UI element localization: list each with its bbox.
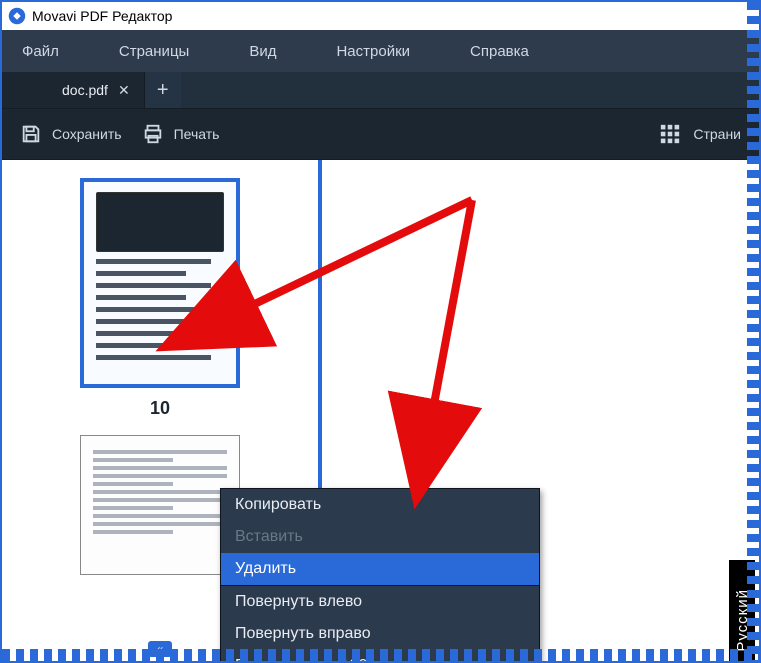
save-button[interactable]: Сохранить: [20, 123, 122, 145]
language-tab[interactable]: Русский: [729, 560, 755, 661]
pages-view-label: Страни: [693, 126, 741, 142]
content-area: 10 « Русский Копировать Вставить Удалить…: [2, 160, 759, 661]
thumbnail-label: 10: [80, 398, 240, 419]
app-title: Movavi PDF Редактор: [32, 8, 172, 24]
thumbnail-selected[interactable]: 10: [80, 178, 240, 419]
page-thumb: [80, 178, 240, 388]
titlebar: Movavi PDF Редактор: [2, 2, 759, 30]
menu-help[interactable]: Справка: [470, 43, 529, 60]
toolbar: Сохранить Печать Страни: [2, 108, 759, 160]
tab-close-icon[interactable]: ✕: [118, 82, 130, 99]
app-logo-icon: [8, 7, 26, 25]
menu-settings[interactable]: Настройки: [336, 43, 410, 60]
tabstrip: doc.pdf ✕ +: [2, 72, 759, 108]
app-window: Movavi PDF Редактор Файл Страницы Вид На…: [0, 0, 761, 663]
menu-file[interactable]: Файл: [22, 43, 59, 60]
tab-doc[interactable]: doc.pdf ✕: [2, 72, 145, 108]
ctx-copy[interactable]: Копировать: [221, 489, 539, 521]
collapse-panel-icon[interactable]: «: [148, 641, 172, 657]
ctx-paste: Вставить: [221, 521, 539, 553]
print-button[interactable]: Печать: [142, 123, 220, 145]
pages-view-button[interactable]: Страни: [659, 123, 741, 145]
ctx-rotate-right[interactable]: Повернуть вправо: [221, 618, 539, 650]
save-label: Сохранить: [52, 126, 122, 142]
tab-label: doc.pdf: [62, 82, 108, 98]
ctx-rotate-180[interactable]: Повернуть на 180°: [221, 650, 539, 661]
language-label: Русский: [734, 589, 751, 652]
new-tab-button[interactable]: +: [145, 72, 181, 108]
menubar: Файл Страницы Вид Настройки Справка: [2, 30, 759, 72]
thumbnail-next[interactable]: [80, 435, 240, 575]
context-menu: Копировать Вставить Удалить Повернуть вл…: [220, 488, 540, 661]
menu-view[interactable]: Вид: [249, 43, 276, 60]
print-label: Печать: [174, 126, 220, 142]
ctx-rotate-left[interactable]: Повернуть влево: [221, 586, 539, 618]
print-icon: [142, 123, 164, 145]
menu-pages[interactable]: Страницы: [119, 43, 189, 60]
ctx-delete[interactable]: Удалить: [221, 553, 539, 585]
grid-icon: [659, 123, 681, 145]
save-icon: [20, 123, 42, 145]
